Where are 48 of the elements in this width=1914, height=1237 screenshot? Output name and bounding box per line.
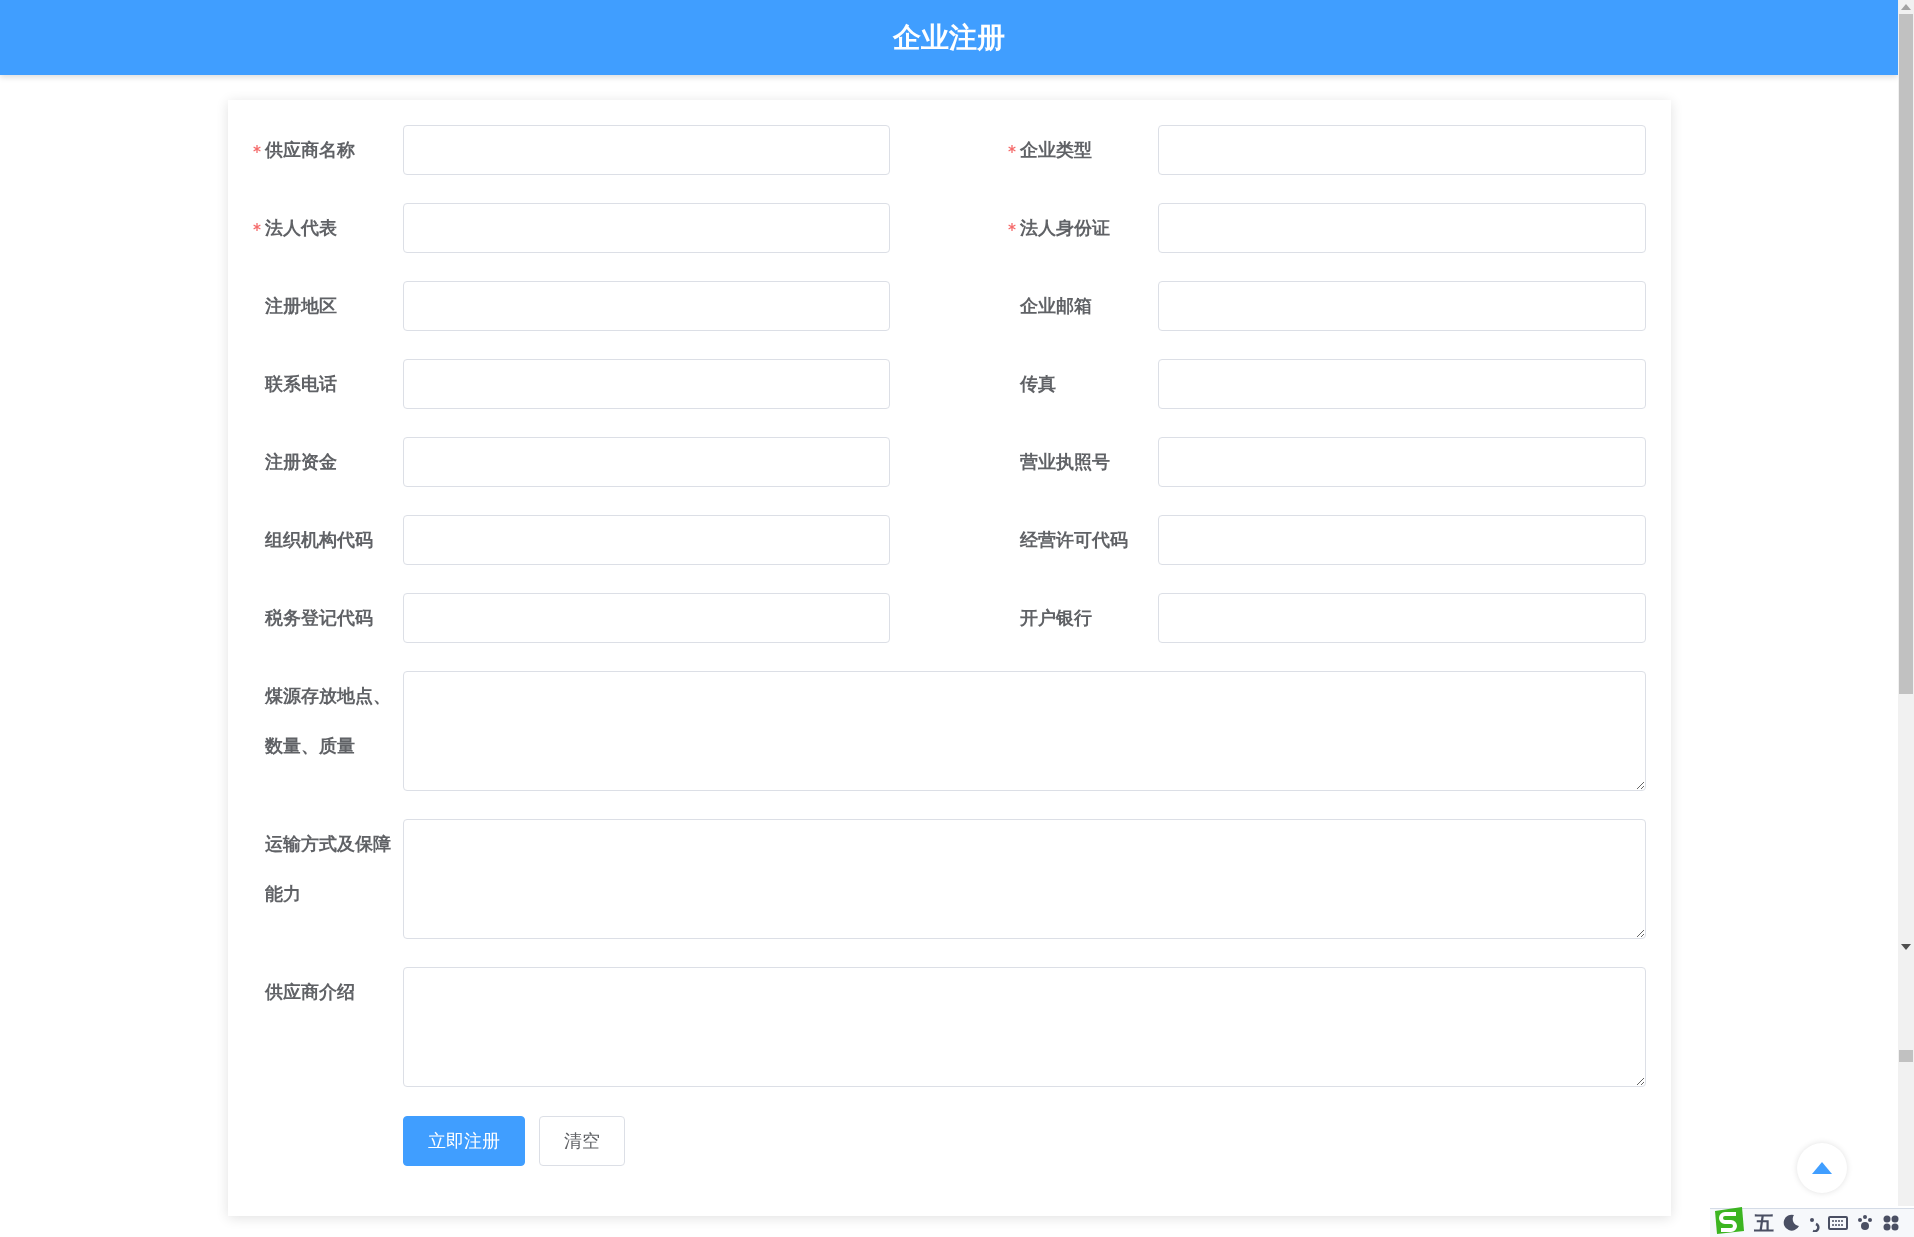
input-field[interactable] bbox=[1158, 593, 1646, 643]
back-to-top-button[interactable] bbox=[1797, 1143, 1847, 1193]
keyboard-icon[interactable] bbox=[1828, 1215, 1848, 1231]
scroll-down-icon[interactable] bbox=[1901, 944, 1911, 950]
field-label: 供应商介绍 bbox=[263, 980, 356, 1004]
input-field[interactable] bbox=[402, 593, 890, 643]
field-label: 煤源存放地点、数量、质量 bbox=[263, 684, 392, 758]
ime-mode-label[interactable]: 五 bbox=[1754, 1209, 1774, 1237]
field-label: 注册地区 bbox=[263, 294, 338, 318]
field-label: 运输方式及保障能力 bbox=[263, 832, 392, 906]
field-label: 法人身份证 bbox=[1019, 216, 1111, 240]
input-field[interactable] bbox=[402, 125, 890, 175]
field-label: 供应商名称 bbox=[263, 138, 356, 162]
field-label: 注册资金 bbox=[263, 450, 338, 474]
ime-logo-icon[interactable] bbox=[1712, 1205, 1746, 1235]
field-label: 组织机构代码 bbox=[263, 528, 374, 552]
input-field[interactable] bbox=[1158, 281, 1646, 331]
triangle-up-icon bbox=[1812, 1162, 1832, 1174]
field-label: 法人代表 bbox=[263, 216, 338, 240]
input-field[interactable] bbox=[1158, 437, 1646, 487]
page-title: 企业注册 bbox=[893, 19, 1005, 56]
field-label: 传真 bbox=[1018, 372, 1057, 396]
field-label: 税务登记代码 bbox=[263, 606, 374, 630]
input-field[interactable] bbox=[402, 437, 890, 487]
field-label: 企业邮箱 bbox=[1019, 294, 1093, 318]
input-field[interactable] bbox=[1158, 125, 1646, 175]
input-field[interactable] bbox=[402, 359, 890, 409]
field-label: 经营许可代码 bbox=[1018, 528, 1129, 552]
input-field[interactable] bbox=[402, 281, 890, 331]
field-label: 营业执照号 bbox=[1019, 450, 1111, 474]
input-field[interactable] bbox=[1158, 359, 1646, 409]
input-field[interactable] bbox=[402, 203, 890, 253]
text-area[interactable] bbox=[402, 819, 1646, 939]
field-label: 企业类型 bbox=[1019, 138, 1093, 162]
field-label: 开户银行 bbox=[1019, 606, 1093, 630]
moon-icon[interactable] bbox=[1782, 1214, 1800, 1232]
paw-icon[interactable] bbox=[1856, 1214, 1874, 1232]
text-area[interactable] bbox=[402, 967, 1646, 1087]
clear-button[interactable]: 清空 bbox=[538, 1116, 625, 1166]
text-area[interactable] bbox=[402, 671, 1646, 791]
apps-icon[interactable] bbox=[1882, 1214, 1900, 1232]
input-field[interactable] bbox=[1158, 203, 1646, 253]
field-label: 联系电话 bbox=[263, 372, 338, 396]
input-field[interactable] bbox=[1158, 515, 1646, 565]
input-field[interactable] bbox=[402, 515, 890, 565]
scroll-thumb[interactable] bbox=[1899, 1050, 1913, 1062]
scrollbar[interactable] bbox=[1898, 0, 1914, 1206]
scroll-thumb[interactable] bbox=[1899, 14, 1913, 694]
